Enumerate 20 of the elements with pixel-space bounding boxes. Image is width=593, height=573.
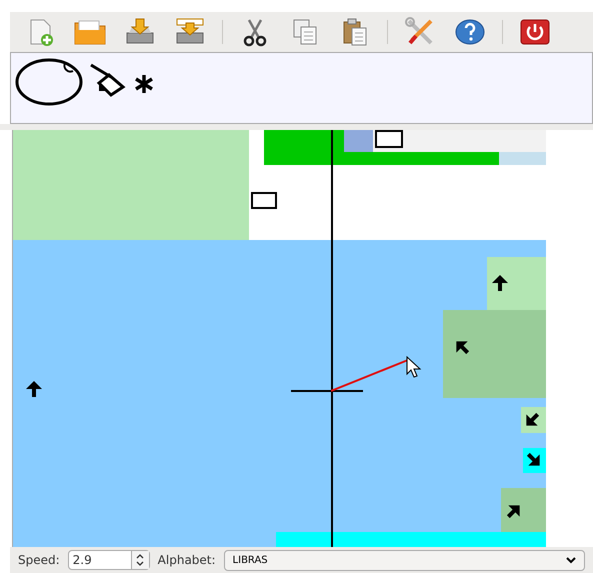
asterisk-icon bbox=[133, 73, 155, 95]
up-arrow-icon bbox=[491, 274, 509, 292]
alphabet-label: Alphabet: bbox=[158, 552, 216, 569]
help-icon bbox=[454, 17, 486, 47]
up-arrow-icon bbox=[25, 380, 43, 398]
alphabet-dropdown[interactable]: LIBRAS bbox=[224, 550, 585, 570]
square-icon bbox=[375, 130, 403, 148]
scissors-icon bbox=[241, 17, 269, 47]
spin-arrows-icon bbox=[135, 553, 146, 567]
text-editor[interactable] bbox=[10, 52, 593, 124]
circle-symbol-icon bbox=[15, 57, 85, 107]
cursor-icon bbox=[406, 356, 424, 378]
speed-field[interactable]: 2.9 bbox=[68, 551, 131, 569]
speed-spinbox[interactable]: 2.9 bbox=[68, 550, 150, 570]
square-icon bbox=[251, 192, 277, 209]
chevron-down-icon bbox=[566, 556, 576, 564]
power-icon bbox=[519, 17, 551, 47]
clipboard-icon bbox=[341, 17, 369, 47]
speed-label: Speed: bbox=[18, 552, 60, 569]
copy-icon bbox=[291, 17, 319, 47]
